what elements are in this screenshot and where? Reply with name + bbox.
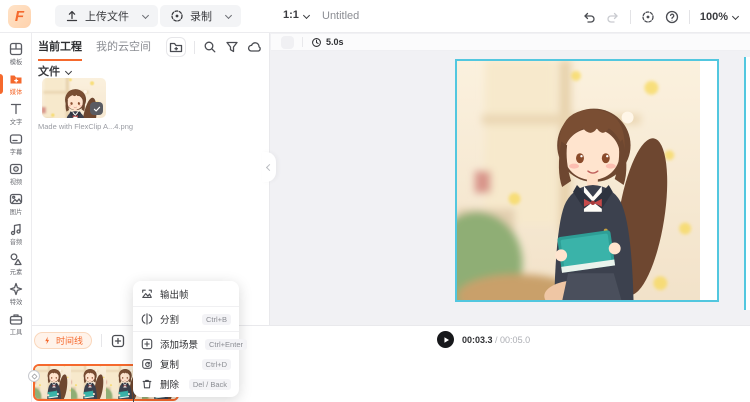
effects-icon [9, 282, 23, 296]
folder-plus-icon [169, 40, 183, 54]
timeline-mode-button[interactable]: 时间线 [34, 332, 93, 349]
menu-divider [133, 306, 239, 307]
scene-settings-bar: 5.0s [271, 34, 750, 51]
divider [302, 37, 303, 47]
audio-icon [9, 222, 23, 236]
add-scene-icon[interactable] [111, 334, 125, 348]
app-logo[interactable]: F [8, 5, 31, 28]
sidebar-item-audio[interactable]: 音频 [0, 219, 32, 249]
divider [101, 334, 103, 347]
playback-controls: 00:03.3 / 00:05.0 [437, 331, 530, 348]
left-icon-rail: 模板 媒体 文字 字幕 视频 图片 音频 元素 特效 工具 [0, 33, 32, 402]
tab-current-project[interactable]: 当前工程 [38, 38, 82, 61]
divider [194, 40, 195, 54]
new-folder-button[interactable] [166, 37, 186, 57]
filter-icon[interactable] [225, 40, 239, 54]
sidebar-item-photos[interactable]: 图片 [0, 189, 32, 219]
sidebar-item-templates[interactable]: 模板 [0, 39, 32, 69]
export-frame-icon [141, 288, 153, 300]
record-button[interactable]: 录制 [160, 5, 241, 27]
sidebar-item-subtitles[interactable]: 字幕 [0, 129, 32, 159]
disabled-transition-icon [281, 35, 294, 49]
chevron-left-icon [265, 163, 273, 171]
top-toolbar: F 上传文件 录制 1:1 Untitled 100% [0, 0, 750, 33]
duplicate-icon [141, 358, 153, 370]
menu-item-delete[interactable]: 删除 Del / Back [133, 374, 239, 394]
clock-icon [311, 37, 322, 48]
sidebar-item-text[interactable]: 文字 [0, 99, 32, 129]
help-icon[interactable] [665, 10, 679, 24]
cloud-icon[interactable] [247, 40, 261, 54]
zoom-level-selector[interactable]: 100% [700, 11, 740, 23]
search-icon[interactable] [203, 40, 217, 54]
menu-item-split[interactable]: 分割 Ctrl+B [133, 309, 239, 329]
elements-icon [9, 252, 23, 266]
subtitle-icon [9, 132, 23, 146]
play-icon [441, 335, 451, 345]
bolt-icon [43, 336, 52, 345]
chevron-down-icon[interactable] [224, 11, 233, 19]
files-dropdown[interactable]: 文件 [38, 63, 73, 79]
menu-item-add-scene[interactable]: 添加场景 Ctrl+Enter [133, 334, 247, 354]
play-button[interactable] [437, 331, 454, 348]
tab-my-cloud[interactable]: 我的云空间 [96, 38, 151, 61]
video-icon [9, 162, 23, 176]
sidebar-item-effects[interactable]: 特效 [0, 279, 32, 309]
undo-icon[interactable] [582, 10, 596, 24]
context-menu: 输出帧 分割 Ctrl+B 添加场景 Ctrl+Enter 复制 Ctrl+D … [133, 281, 247, 397]
timecode: 00:03.3 / 00:05.0 [462, 334, 531, 345]
focus-record-icon[interactable] [641, 10, 655, 24]
split-icon [141, 313, 153, 325]
photo-icon [9, 192, 23, 206]
check-icon [93, 105, 101, 113]
anime-girl-image [457, 61, 700, 300]
menu-divider [133, 331, 239, 332]
tools-icon [9, 312, 23, 326]
trash-icon [141, 378, 153, 390]
right-edge-panel [744, 57, 750, 310]
scene-duration-button[interactable]: 5.0s [311, 37, 344, 48]
chevron-down-icon[interactable] [141, 11, 150, 19]
sidebar-item-media[interactable]: 媒体 [0, 69, 32, 99]
chevron-down-icon [731, 12, 740, 21]
text-icon [9, 102, 23, 116]
media-folder-icon [9, 72, 23, 86]
project-title[interactable]: Untitled [322, 10, 359, 22]
transition-badge[interactable] [28, 370, 40, 382]
template-icon [9, 42, 23, 56]
add-scene-icon [141, 338, 153, 350]
divider [629, 9, 631, 24]
chevron-down-icon [302, 11, 310, 19]
sidebar-item-elements[interactable]: 元素 [0, 249, 32, 279]
record-icon [170, 9, 184, 23]
redo-icon[interactable] [606, 10, 620, 24]
upload-file-button[interactable]: 上传文件 [55, 5, 158, 27]
ratio-selector[interactable]: 1:1 [283, 9, 310, 21]
chevron-down-icon [64, 67, 73, 75]
divider [688, 9, 690, 24]
sidebar-item-tools[interactable]: 工具 [0, 309, 32, 339]
menu-item-export-frame[interactable]: 输出帧 [133, 284, 239, 304]
sidebar-item-video[interactable]: 视频 [0, 159, 32, 189]
diamond-icon [31, 373, 38, 380]
menu-item-duplicate[interactable]: 复制 Ctrl+D [133, 354, 239, 374]
media-item-caption: Made with FlexClip A...4.png [38, 122, 134, 131]
upload-icon [65, 9, 79, 23]
selected-check-badge[interactable] [90, 102, 103, 115]
canvas-selected-element[interactable] [455, 59, 719, 302]
panel-collapse-handle[interactable] [262, 152, 276, 182]
